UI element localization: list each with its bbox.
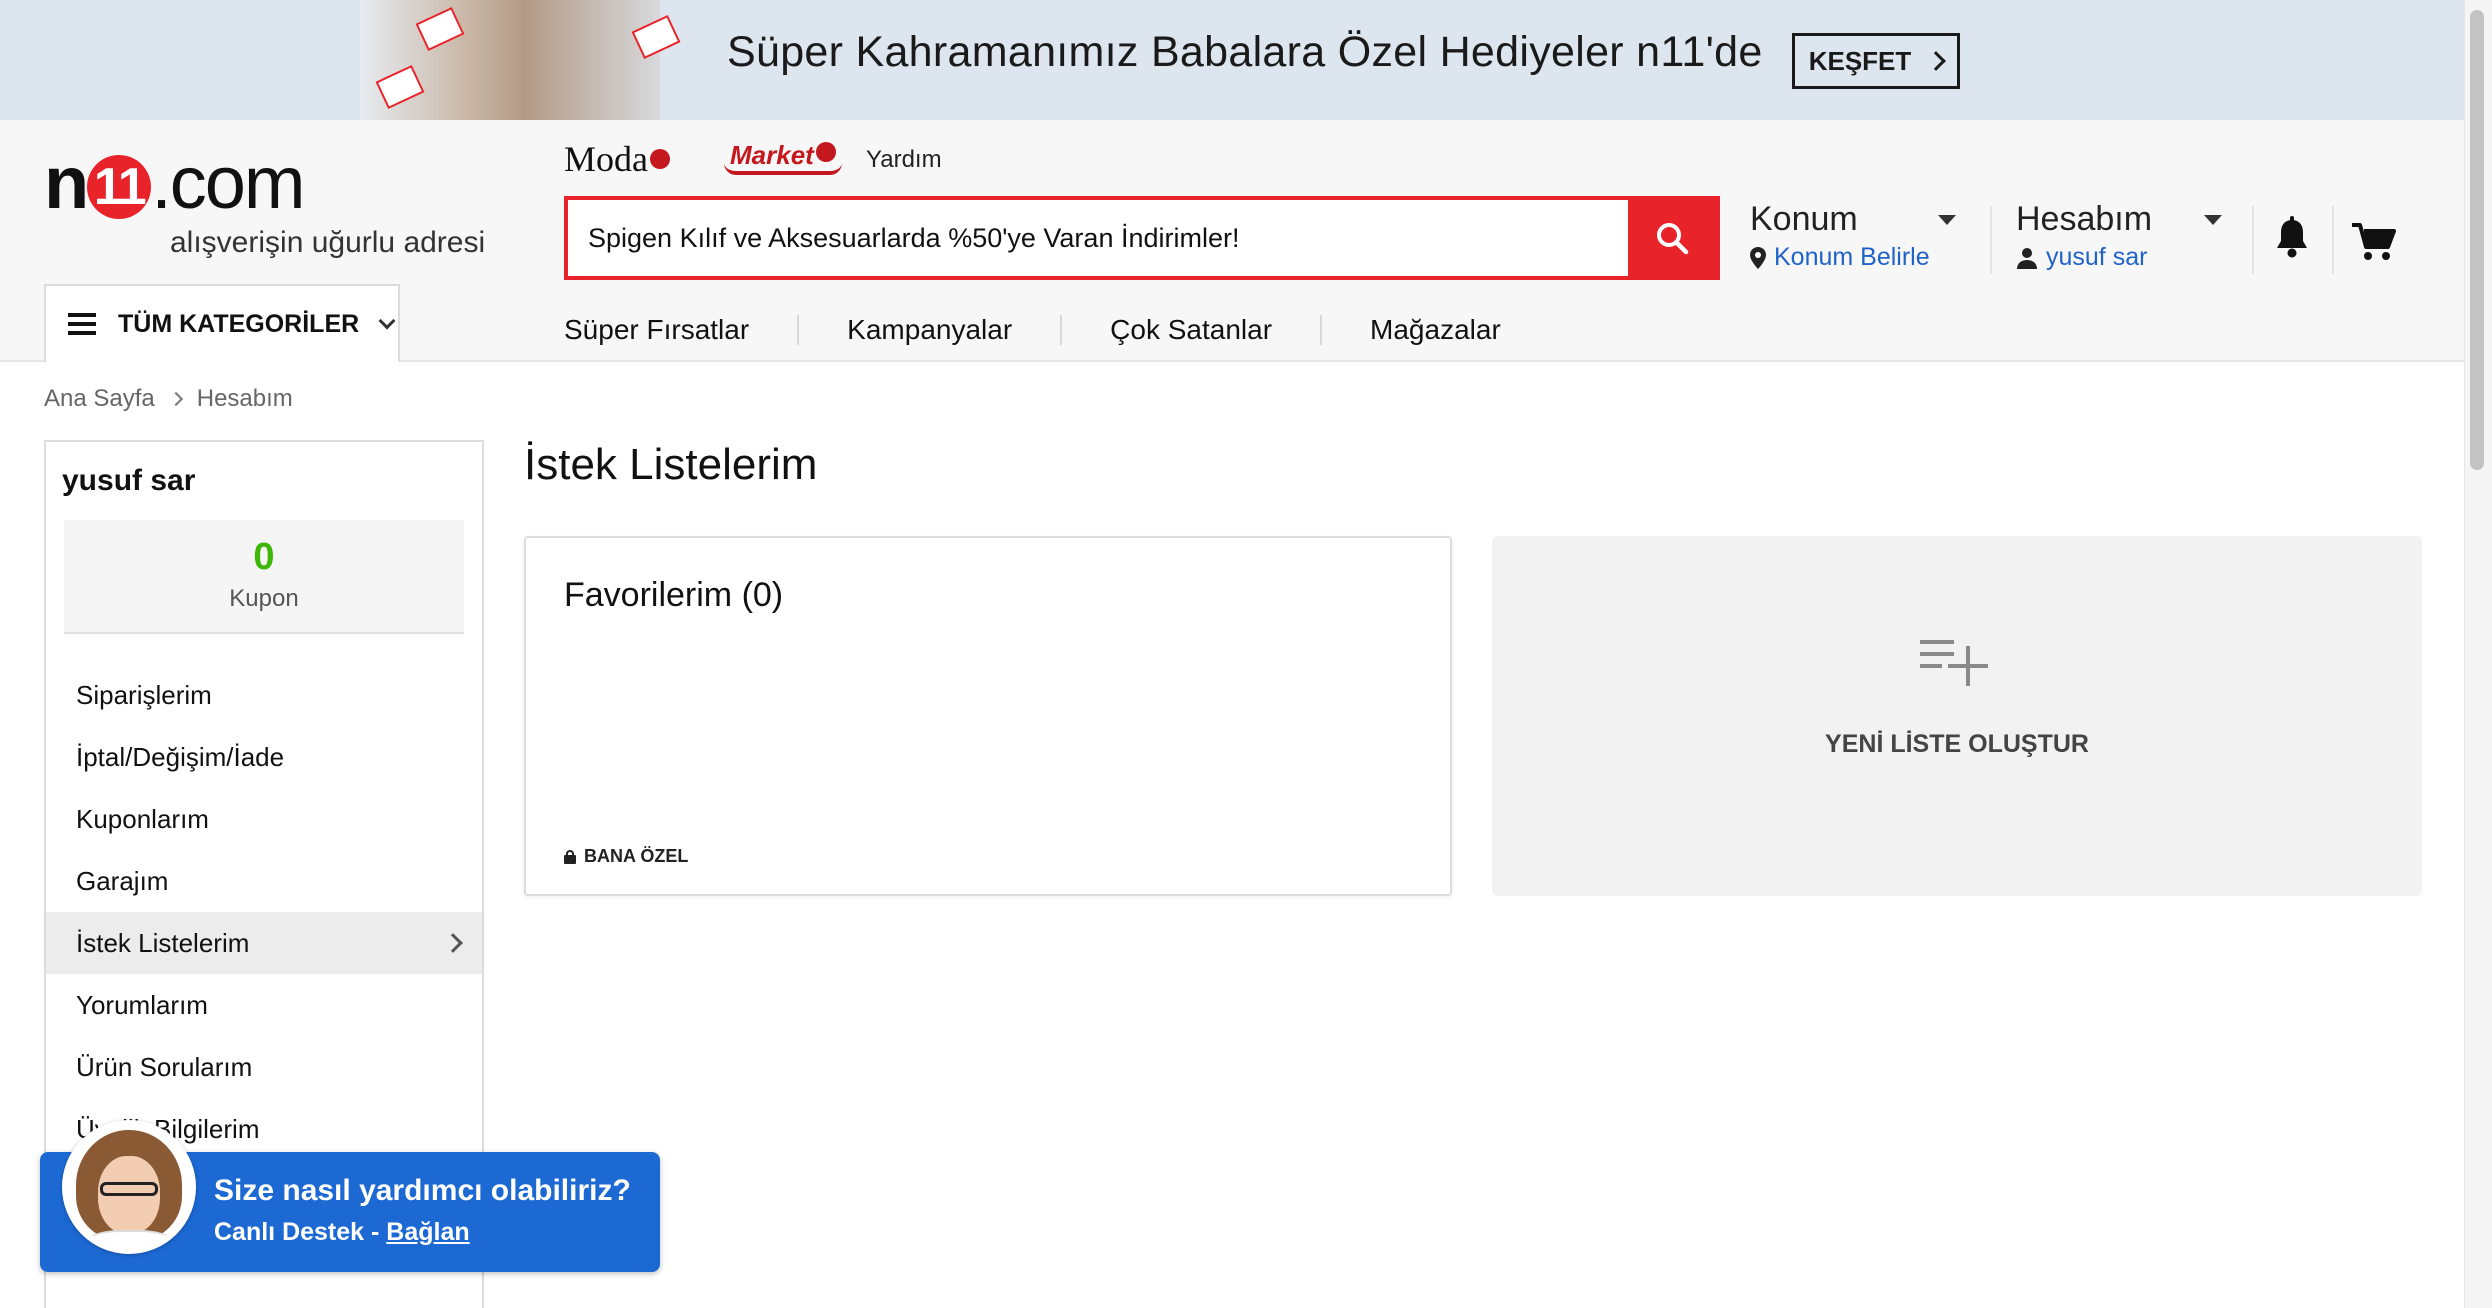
sidebar-item-garage[interactable]: Garajım bbox=[46, 850, 482, 912]
all-categories-button[interactable]: TÜM KATEGORİLER bbox=[44, 284, 400, 362]
breadcrumb: Ana Sayfa Hesabım bbox=[44, 385, 293, 413]
chevron-down-icon bbox=[378, 312, 396, 330]
site-logo[interactable]: n 11.com bbox=[44, 140, 306, 225]
list-privacy-text: BANA ÖZEL bbox=[584, 846, 689, 866]
header-divider bbox=[1990, 206, 1992, 274]
cart-button[interactable] bbox=[2352, 222, 2396, 267]
market-link[interactable]: Market bbox=[724, 140, 842, 175]
support-sub-lead: Canlı Destek - bbox=[214, 1218, 387, 1246]
create-list-card[interactable] bbox=[1492, 536, 2422, 896]
promo-discover-button[interactable]: KEŞFET bbox=[1792, 33, 1960, 89]
sidebar-item-label: İstek Listelerim bbox=[76, 927, 250, 958]
breadcrumb-account[interactable]: Hesabım bbox=[197, 385, 293, 413]
location-set-link[interactable]: Konum Belirle bbox=[1774, 243, 1930, 272]
coupon-label: Kupon bbox=[229, 585, 299, 612]
promo-banner[interactable]: Süper Kahramanımız Babalara Özel Hediyel… bbox=[0, 0, 2464, 120]
account-username[interactable]: yusuf sar bbox=[2046, 243, 2147, 272]
sidebar-item-label: Ürün Sorularım bbox=[76, 1051, 253, 1082]
coupon-summary[interactable]: 0 Kupon bbox=[64, 520, 464, 634]
sidebar-item-coupons[interactable]: Kuponlarım bbox=[46, 788, 482, 850]
support-agent-avatar bbox=[62, 1120, 196, 1254]
all-categories-label: TÜM KATEGORİLER bbox=[118, 309, 360, 338]
ladybug-icon bbox=[815, 142, 836, 162]
caret-down-icon bbox=[1937, 214, 1956, 225]
breadcrumb-home[interactable]: Ana Sayfa bbox=[44, 385, 155, 413]
sidebar-item-reviews[interactable]: Yorumlarım bbox=[46, 974, 482, 1036]
location-pin-icon bbox=[1750, 246, 1766, 269]
sidebar-item-product-questions[interactable]: Ürün Sorularım bbox=[46, 1036, 482, 1098]
caret-down-icon bbox=[2204, 214, 2223, 225]
location-selector[interactable]: Konum Konum Belirle bbox=[1750, 200, 1956, 272]
playlist-add-icon bbox=[1920, 640, 1988, 686]
sidebar-user-name: yusuf sar bbox=[62, 464, 196, 497]
sidebar-item-label: Siparişlerim bbox=[76, 679, 212, 710]
bell-icon bbox=[2277, 216, 2307, 258]
nav-super-deals[interactable]: Süper Fırsatlar bbox=[564, 314, 749, 346]
nav-divider bbox=[797, 315, 800, 345]
account-menu[interactable]: Hesabım yusuf sar bbox=[2016, 200, 2223, 272]
chevron-right-icon bbox=[443, 933, 463, 953]
nav-campaigns[interactable]: Kampanyalar bbox=[847, 314, 1012, 346]
promo-button-label: KEŞFET bbox=[1808, 45, 1912, 76]
logo-prefix: n bbox=[44, 141, 89, 224]
lock-icon bbox=[564, 849, 576, 864]
account-title: Hesabım bbox=[2016, 200, 2153, 238]
ladybug-icon bbox=[650, 149, 670, 169]
main-nav: Süper Fırsatlar Kampanyalar Çok Satanlar… bbox=[564, 314, 1501, 346]
coupon-count: 0 bbox=[253, 536, 275, 578]
nav-best-sellers[interactable]: Çok Satanlar bbox=[1110, 314, 1272, 346]
search-button[interactable] bbox=[1628, 200, 1716, 276]
sidebar-item-label: İptal/Değişim/İade bbox=[76, 741, 285, 772]
search-bar bbox=[564, 196, 1720, 280]
notifications-button[interactable] bbox=[2272, 216, 2312, 265]
chevron-right-icon bbox=[1926, 51, 1947, 71]
support-subtitle: Canlı Destek - Bağlan bbox=[214, 1218, 470, 1247]
logo-ladybug: 11 bbox=[87, 155, 152, 219]
create-list-label[interactable]: YENİ LİSTE OLUŞTUR bbox=[1492, 730, 2422, 759]
nav-divider bbox=[1320, 315, 1323, 345]
favorites-list-title[interactable]: Favorilerim (0) bbox=[564, 576, 783, 615]
sidebar-item-wishlists[interactable]: İstek Listelerim bbox=[46, 912, 482, 974]
sidebar-item-label: Garajım bbox=[76, 865, 169, 896]
promo-image bbox=[360, 0, 660, 120]
page-title: İstek Listelerim bbox=[524, 440, 818, 489]
moda-link[interactable]: Moda bbox=[564, 138, 670, 180]
site-tagline: alışverişin uğurlu adresi bbox=[170, 226, 486, 259]
sidebar-item-label: Yorumlarım bbox=[76, 989, 208, 1020]
list-privacy-label: BANA ÖZEL bbox=[564, 846, 688, 867]
menu-icon bbox=[68, 313, 96, 335]
page-scrollbar-thumb[interactable] bbox=[2470, 10, 2484, 470]
nav-stores[interactable]: Mağazalar bbox=[1370, 314, 1501, 346]
cart-icon bbox=[2352, 223, 2396, 260]
location-title: Konum bbox=[1750, 200, 1858, 238]
sidebar-item-returns[interactable]: İptal/Değişim/İade bbox=[46, 726, 482, 788]
logo-suffix: .com bbox=[151, 141, 305, 224]
header-divider bbox=[2252, 206, 2254, 274]
search-input[interactable] bbox=[568, 200, 1628, 276]
promo-text: Süper Kahramanımız Babalara Özel Hediyel… bbox=[727, 28, 1763, 76]
user-icon bbox=[2017, 247, 2037, 269]
chevron-right-icon bbox=[168, 391, 183, 407]
nav-divider bbox=[1060, 315, 1063, 345]
support-connect-link[interactable]: Bağlan bbox=[386, 1218, 469, 1246]
header-divider bbox=[2332, 206, 2334, 274]
moda-link-label: Moda bbox=[564, 139, 648, 179]
search-icon bbox=[1657, 223, 1689, 255]
market-link-label: Market bbox=[730, 140, 814, 170]
help-link[interactable]: Yardım bbox=[866, 146, 942, 174]
support-title: Size nasıl yardımcı olabiliriz? bbox=[214, 1174, 631, 1207]
sidebar-item-label: Kuponlarım bbox=[76, 803, 209, 834]
sidebar-item-orders[interactable]: Siparişlerim bbox=[46, 664, 482, 726]
